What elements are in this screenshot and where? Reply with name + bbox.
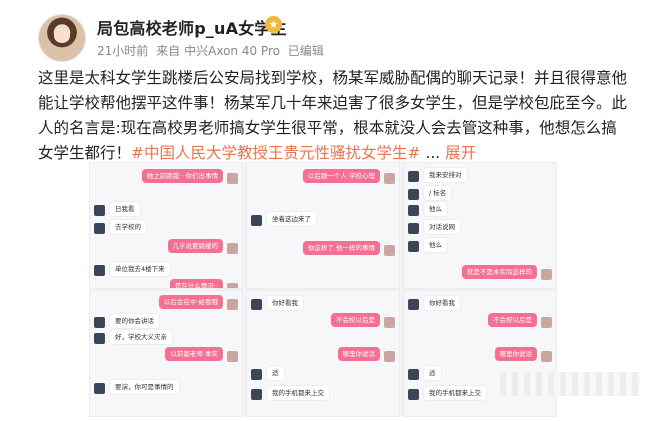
chat-avatar — [251, 389, 262, 400]
chat-bubble: 以前都老师·事实 — [165, 347, 223, 361]
chat-bubble: 他么 — [423, 237, 448, 253]
chat-bubble: 适 — [266, 365, 285, 381]
chat-screenshot[interactable]: 她之前跟我·· 你们出事情日我看去学校的几乎说要跳楼的单位我去4楼下来是在什么情… — [89, 162, 243, 289]
chat-avatar — [408, 389, 419, 400]
watermark — [500, 372, 640, 396]
chat-bubble: 哪里你说话 — [494, 347, 537, 361]
chat-avatar — [384, 317, 395, 328]
chat-bubble: 不会校以后是 — [488, 313, 537, 327]
source-prefix: 来自 — [156, 44, 181, 58]
post-time[interactable]: 21小时前 — [97, 44, 148, 58]
chat-avatar — [227, 283, 238, 288]
expand-link[interactable]: 展开 — [445, 144, 476, 162]
chat-avatar — [227, 173, 238, 184]
chat-avatar — [541, 269, 552, 280]
chat-bubble: 以后会在中·给我哦 — [158, 295, 223, 309]
chat-avatar — [227, 299, 238, 310]
chat-bubble: 以后跟一个人·学校心理 — [302, 169, 380, 183]
chat-bubble: 去学校的 — [109, 219, 147, 235]
post-meta: 21小时前 来自 中兴Axon 40 Pro 已编辑 — [97, 42, 328, 59]
chat-bubble: 日我看 — [109, 201, 141, 217]
chat-bubble: 要演，你可是事情的 — [109, 379, 180, 395]
chat-avatar — [227, 243, 238, 254]
chat-bubble: 适 — [423, 365, 442, 381]
chat-bubble: 就是不是本实际这样的 — [462, 265, 537, 279]
crown-icon: ★ — [265, 16, 282, 33]
image-grid: 她之前跟我·· 你们出事情日我看去学校的几乎说要跳楼的单位我去4楼下来是在什么情… — [89, 162, 557, 417]
chat-avatar — [94, 317, 105, 328]
chat-avatar — [94, 205, 105, 216]
chat-bubble: 几乎说要跳楼的 — [167, 239, 223, 253]
chat-bubble: 单位我去4楼下来 — [109, 261, 171, 277]
avatar[interactable] — [38, 14, 86, 62]
chat-screenshot[interactable]: 你好看我不会校以后是 哪里你说话适我的手机都来上交 — [246, 290, 400, 417]
chat-avatar — [227, 351, 238, 362]
chat-bubble: / 标名 — [423, 185, 453, 201]
chat-bubble: 对话说网 — [423, 219, 461, 235]
chat-avatar — [94, 333, 105, 344]
chat-screenshot[interactable]: 以后跟一个人·学校心理坐着这边来了你这样了 他一样的事情 — [246, 162, 400, 289]
chat-avatar — [408, 189, 419, 200]
avatar-face — [54, 29, 70, 43]
chat-avatar — [541, 351, 552, 362]
chat-bubble: 你好看我 — [266, 295, 304, 311]
chat-bubble: 不会校以后是 — [331, 313, 380, 327]
chat-bubble: 我来安排对 — [423, 167, 468, 183]
chat-bubble: 坐着这边来了 — [266, 211, 317, 227]
edited-label[interactable]: 已编辑 — [288, 44, 324, 58]
username[interactable]: 局包高校老师p_uA女学生 — [97, 15, 287, 39]
chat-avatar — [384, 173, 395, 184]
chat-bubble: 我的手机都来上交 — [423, 385, 487, 401]
chat-avatar — [408, 299, 419, 310]
chat-avatar — [251, 215, 262, 226]
chat-avatar — [94, 383, 105, 394]
chat-bubble: 他么 — [423, 201, 448, 217]
chat-avatar — [408, 241, 419, 252]
chat-screenshot[interactable]: 以后会在中·给我哦要的你会讲话 好，学校大义灭亲以前都老师·事实要演，你可是事情的 — [89, 290, 243, 417]
chat-avatar — [408, 223, 419, 234]
chat-screenshot[interactable]: 我来安排对 / 标名 他么 对话说网 他么 就是不是本实际这样的 — [403, 162, 557, 289]
ellipsis: ... — [420, 144, 446, 162]
chat-bubble: 你好看我 — [423, 295, 461, 311]
chat-bubble: 你这样了 他一样的事情 — [302, 241, 380, 255]
chat-avatar — [408, 171, 419, 182]
chat-avatar — [94, 265, 105, 276]
chat-bubble: 好，学校大义灭亲 — [109, 329, 173, 345]
chat-bubble: 要的你会讲话 — [109, 313, 160, 329]
chat-avatar — [408, 205, 419, 216]
chat-avatar — [251, 299, 262, 310]
chat-avatar — [408, 369, 419, 380]
chat-bubble: 我的手机都来上交 — [266, 385, 330, 401]
chat-avatar — [251, 369, 262, 380]
chat-avatar — [384, 351, 395, 362]
chat-screenshot[interactable]: 你好看我不会校以后是 哪里你说话适我的手机都来上交 — [403, 290, 557, 417]
chat-avatar — [384, 245, 395, 256]
chat-bubble: 她之前跟我·· 你们出事情 — [141, 169, 223, 183]
post-text: 这里是太科女学生跳楼后公安局找到学校，杨某军威胁配偶的聊天记录！并且很得意他能让… — [38, 66, 628, 166]
hashtag-link[interactable]: #中国人民大学教授王贵元性骚扰女学生# — [131, 144, 420, 162]
chat-avatar — [94, 223, 105, 234]
chat-bubble: 是在什么情况·· — [169, 279, 223, 288]
device-source[interactable]: 中兴Axon 40 Pro — [184, 44, 280, 58]
chat-avatar — [541, 317, 552, 328]
chat-bubble: 哪里你说话 — [337, 347, 380, 361]
